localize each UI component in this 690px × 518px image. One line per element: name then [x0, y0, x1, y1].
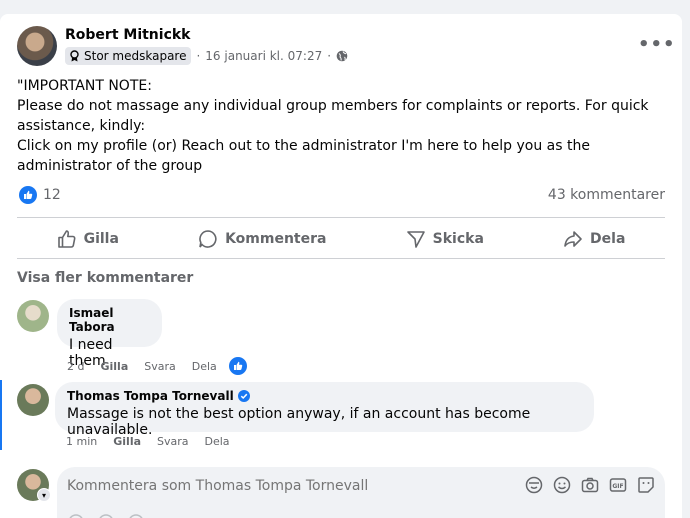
like-button[interactable]: Gilla — [57, 220, 119, 258]
comment-input[interactable] — [67, 478, 507, 494]
emoji-icon[interactable] — [97, 513, 115, 518]
comment-meta: 2 d Gilla Svara Dela — [67, 355, 249, 377]
share-button[interactable]: Dela — [563, 220, 625, 258]
send-button[interactable]: Skicka — [406, 220, 484, 258]
commenter-name-row: Thomas Tompa Tornevall — [67, 389, 582, 403]
author-avatar[interactable] — [17, 26, 57, 66]
comment-like-reaction-icon[interactable] — [226, 355, 249, 377]
globe-icon — [336, 50, 348, 62]
format-icon[interactable] — [67, 513, 85, 518]
comment-reply-button[interactable]: Svara — [144, 360, 176, 373]
divider — [17, 217, 665, 218]
contributor-badge[interactable]: Stor medskapare — [65, 47, 192, 65]
divider — [17, 258, 665, 259]
avatar-sticker-icon[interactable] — [127, 513, 145, 518]
action-bar: Gilla Kommentera Skicka Dela — [17, 220, 665, 258]
emoji-icon[interactable] — [553, 476, 571, 494]
like-count: 12 — [43, 187, 61, 203]
comment-meta: 1 min Gilla Svara Dela — [66, 435, 246, 448]
share-icon — [564, 231, 582, 247]
sticker-icon[interactable] — [637, 476, 655, 494]
chevron-down-icon[interactable]: ▾ — [37, 488, 51, 502]
send-button-label: Skicka — [432, 231, 484, 247]
comment-button[interactable]: Kommentera — [198, 220, 326, 258]
comment-composer: GIF — [57, 467, 665, 518]
more-options-icon[interactable]: ••• — [638, 34, 676, 55]
comment-reply-button[interactable]: Svara — [157, 435, 189, 448]
commenter-name[interactable]: Thomas Tompa Tornevall — [67, 389, 234, 403]
comment-button-label: Kommentera — [225, 231, 327, 247]
separator-dot: · — [196, 49, 201, 63]
camera-icon[interactable] — [581, 476, 599, 494]
commenter-avatar[interactable] — [17, 300, 49, 332]
composer-toolbar: GIF — [525, 476, 655, 494]
comment-time[interactable]: 2 d — [67, 360, 84, 373]
commenter-name[interactable]: Ismael Tabora — [69, 306, 150, 334]
commenter-avatar[interactable] — [17, 384, 49, 416]
post-text: "IMPORTANT NOTE: Please do not massage a… — [17, 78, 649, 174]
gif-icon[interactable]: GIF — [609, 476, 627, 494]
comment-bubble: Ismael Tabora I need them — [57, 299, 162, 369]
avatar-sticker-icon[interactable] — [525, 476, 543, 494]
badge-label: Stor medskapare — [84, 49, 187, 63]
post-timestamp[interactable]: 16 januari kl. 07:27 — [205, 49, 322, 63]
svg-text:GIF: GIF — [612, 483, 623, 490]
comment-count[interactable]: 43 kommentarer — [548, 187, 665, 203]
comment-text: Massage is not the best option anyway, i… — [67, 406, 531, 438]
like-button-label: Gilla — [83, 231, 119, 247]
send-icon — [406, 231, 425, 248]
author-name[interactable]: Robert Mitnickk — [65, 27, 191, 43]
view-more-comments-link[interactable]: Visa fler kommentarer — [17, 270, 193, 286]
comment-like-button[interactable]: Gilla — [113, 435, 141, 448]
post-meta: Stor medskapare · 16 januari kl. 07:27 · — [65, 47, 348, 65]
reaction-summary[interactable]: 12 — [19, 186, 61, 204]
share-button-label: Dela — [590, 231, 626, 247]
separator-dot: · — [327, 49, 332, 63]
composer-toolbar-secondary — [67, 513, 145, 518]
comment-like-button[interactable]: Gilla — [100, 360, 128, 373]
badge-icon — [70, 50, 79, 62]
verified-badge-icon — [237, 390, 250, 402]
post-card: Robert Mitnickk Stor medskapare · 16 jan… — [0, 14, 682, 518]
thumbs-up-icon — [57, 230, 76, 248]
highlight-bar — [0, 380, 2, 450]
comment-time[interactable]: 1 min — [66, 435, 97, 448]
comment-share-button[interactable]: Dela — [192, 360, 217, 373]
comment-icon — [199, 230, 217, 248]
comment-share-button[interactable]: Dela — [205, 435, 230, 448]
like-reaction-icon — [19, 186, 37, 204]
comment-bubble: Thomas Tompa Tornevall Massage is not th… — [55, 382, 594, 438]
